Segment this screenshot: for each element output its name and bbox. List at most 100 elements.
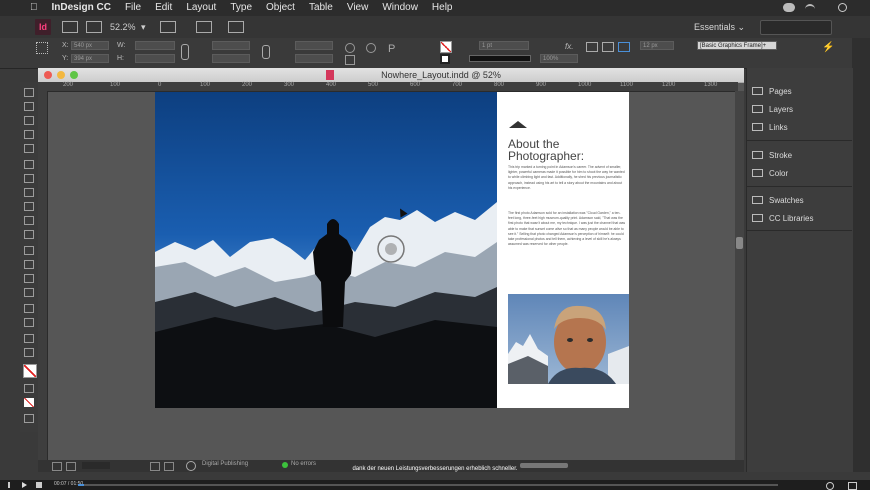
menu-item-app[interactable]: InDesign CC (45, 0, 118, 16)
rotation-field[interactable] (295, 41, 333, 50)
view-options-icon[interactable] (160, 21, 176, 33)
object-style-dropdown[interactable]: [Basic Graphics Frame]+ (697, 41, 777, 50)
fullscreen-icon[interactable] (848, 482, 857, 490)
width-field[interactable] (135, 41, 175, 50)
shear-field[interactable] (295, 54, 333, 63)
page-tool-icon[interactable] (24, 116, 34, 125)
horizontal-ruler[interactable] (48, 82, 738, 92)
type-tool-icon[interactable] (24, 160, 34, 169)
menu-item-table[interactable]: Table (302, 0, 340, 16)
play-icon[interactable] (22, 482, 27, 488)
y-position-field[interactable]: 394 px (71, 54, 109, 63)
x-position-field[interactable]: 540 px (71, 41, 109, 50)
reference-point-icon[interactable] (36, 42, 48, 54)
constrain-proportions-icon[interactable] (181, 44, 189, 60)
gradient-swatch-tool-icon[interactable] (24, 274, 34, 283)
menu-item-edit[interactable]: Edit (148, 0, 179, 16)
fitting-frame-icon[interactable] (602, 42, 614, 52)
panel-stroke[interactable]: Stroke (769, 151, 792, 160)
note-tool-icon[interactable] (24, 304, 34, 313)
about-photographer-heading[interactable]: About the Photographer: (508, 138, 626, 162)
panel-pages[interactable]: Pages (769, 87, 792, 96)
size-field[interactable]: 12 px (640, 41, 674, 50)
fill-color-swatch[interactable] (440, 41, 452, 53)
rectangle-frame-tool-icon[interactable] (24, 216, 34, 225)
fitting-content-icon[interactable] (586, 42, 598, 52)
photographer-portrait-frame[interactable] (508, 294, 629, 384)
free-transform-tool-icon[interactable] (24, 260, 34, 269)
screen-mode-tool-icon[interactable] (24, 414, 34, 423)
menu-item-view[interactable]: View (340, 0, 376, 16)
vertical-scrollbar[interactable] (735, 91, 744, 461)
mountain-photo (155, 202, 497, 408)
scale-y-field[interactable] (212, 54, 250, 63)
stroke-type-field[interactable] (469, 55, 531, 62)
panel-cc-libraries[interactable]: CC Libraries (769, 214, 813, 223)
ruler-origin[interactable] (38, 82, 48, 91)
adobe-stock-search-input[interactable] (760, 20, 832, 35)
selection-tool-icon[interactable] (24, 88, 34, 97)
opacity-field[interactable]: 100% (540, 54, 578, 63)
spotlight-icon[interactable] (838, 3, 847, 12)
menu-item-file[interactable]: File (118, 0, 148, 16)
zoom-level[interactable]: 52.2% (110, 22, 136, 32)
volume-icon[interactable] (36, 482, 42, 488)
rotate-ccw-icon[interactable] (366, 43, 376, 53)
scissors-tool-icon[interactable] (24, 246, 34, 255)
scale-x-field[interactable] (212, 41, 250, 50)
rotate-cw-icon[interactable] (345, 43, 355, 53)
panel-swatches[interactable]: Swatches (769, 196, 804, 205)
apply-none-icon[interactable] (24, 398, 34, 407)
zoom-dropdown-icon[interactable]: ▾ (141, 22, 146, 33)
rectangle-tool-icon[interactable] (24, 230, 34, 239)
pencil-tool-icon[interactable] (24, 202, 34, 211)
fx-icon[interactable]: fx. (565, 42, 573, 51)
menu-item-type[interactable]: Type (223, 0, 259, 16)
stroke-color-swatch[interactable] (440, 54, 450, 64)
height-field[interactable] (135, 54, 175, 63)
mountain-photo-frame[interactable] (155, 92, 497, 408)
formatting-container-icon[interactable] (24, 384, 34, 393)
x-label: X: (62, 42, 69, 49)
quick-apply-icon[interactable]: ⚡ (822, 43, 834, 53)
minibridge-icon[interactable] (86, 21, 102, 33)
rewind-icon[interactable] (8, 482, 16, 488)
menu-item-layout[interactable]: Layout (179, 0, 223, 16)
center-content-icon[interactable] (618, 42, 630, 52)
panel-divider (746, 186, 852, 187)
menu-item-window[interactable]: Window (375, 0, 425, 16)
flip-horizontal-icon[interactable] (345, 55, 355, 65)
panel-links[interactable]: Links (769, 123, 788, 132)
gradient-feather-tool-icon[interactable] (24, 288, 34, 297)
y-label: Y: (62, 55, 69, 62)
screen-mode-icon[interactable] (196, 21, 212, 33)
menu-item-help[interactable]: Help (425, 0, 460, 16)
apple-icon[interactable]:  (0, 0, 45, 16)
menu-item-object[interactable]: Object (259, 0, 302, 16)
pen-tool-icon[interactable] (24, 188, 34, 197)
stroke-weight-field[interactable]: 1 pt (479, 41, 529, 50)
content-collector-icon[interactable] (24, 144, 34, 153)
vertical-ruler[interactable] (38, 91, 48, 461)
body-paragraph-1[interactable]: This trip marked a turning point in Adam… (508, 165, 626, 191)
bridge-icon[interactable] (62, 21, 78, 33)
playback-progress-track[interactable] (78, 484, 778, 486)
zoom-tool-icon[interactable] (24, 348, 34, 357)
panel-layers[interactable]: Layers (769, 105, 793, 114)
arrange-documents-icon[interactable] (228, 21, 244, 33)
direct-selection-tool-icon[interactable] (24, 102, 34, 111)
eyedropper-tool-icon[interactable] (24, 318, 34, 327)
gap-tool-icon[interactable] (24, 130, 34, 139)
workspace-switcher[interactable]: Essentials ⌄ (694, 22, 745, 33)
creative-cloud-icon[interactable] (783, 3, 795, 12)
line-tool-icon[interactable] (24, 174, 34, 183)
body-paragraph-2[interactable]: The first photo Adamson sold for an inst… (508, 211, 626, 247)
settings-gear-icon[interactable] (826, 482, 834, 490)
select-container-icon[interactable]: P (388, 43, 398, 57)
color-icon (752, 169, 763, 177)
hand-tool-icon[interactable] (24, 334, 34, 343)
fill-stroke-swatch-icon[interactable] (23, 364, 37, 378)
vertical-scroll-thumb[interactable] (736, 237, 743, 249)
link-scale-icon[interactable] (262, 45, 270, 59)
panel-color[interactable]: Color (769, 169, 788, 178)
